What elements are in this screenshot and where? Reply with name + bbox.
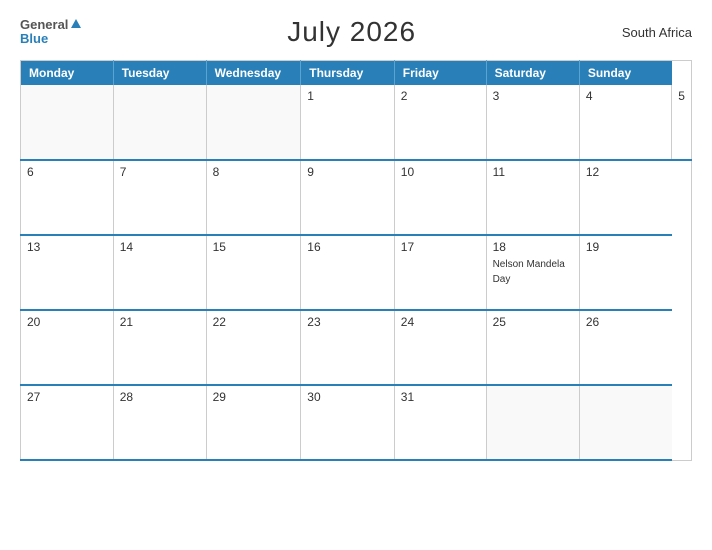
day-number: 8: [213, 165, 295, 179]
day-number: 28: [120, 390, 200, 404]
table-row: 22: [206, 310, 301, 385]
table-row: 10: [394, 160, 486, 235]
table-row: 8: [206, 160, 301, 235]
day-number: 18: [493, 240, 573, 254]
country-label: South Africa: [622, 25, 692, 40]
day-number: 12: [586, 165, 666, 179]
table-row: 26: [579, 310, 671, 385]
day-number: 17: [401, 240, 480, 254]
day-number: 14: [120, 240, 200, 254]
holiday-label: Nelson Mandela Day: [493, 259, 565, 285]
logo: General Blue: [20, 18, 81, 47]
table-row: 19: [579, 235, 671, 310]
table-row: 18 Nelson Mandela Day: [486, 235, 579, 310]
col-sunday: Sunday: [579, 61, 671, 86]
logo-triangle-icon: [71, 19, 81, 28]
table-row: 29: [206, 385, 301, 460]
table-row: 28: [113, 385, 206, 460]
col-tuesday: Tuesday: [113, 61, 206, 86]
table-row: 11: [486, 160, 579, 235]
calendar-table: Monday Tuesday Wednesday Thursday Friday…: [20, 60, 692, 461]
calendar-week-row: 13 14 15 16 17 18 Nelson Mandela Day 19: [21, 235, 692, 310]
day-number: 20: [27, 315, 107, 329]
table-row: 27: [21, 385, 114, 460]
table-row: [579, 385, 671, 460]
table-row: 16: [301, 235, 395, 310]
table-row: 25: [486, 310, 579, 385]
calendar-title: July 2026: [287, 16, 416, 48]
day-number: 9: [307, 165, 388, 179]
header: General Blue July 2026 South Africa: [20, 16, 692, 48]
day-number: 29: [213, 390, 295, 404]
table-row: [113, 85, 206, 160]
day-number: 10: [401, 165, 480, 179]
table-row: 2: [394, 85, 486, 160]
day-number: 27: [27, 390, 107, 404]
table-row: 21: [113, 310, 206, 385]
day-number: 19: [586, 240, 666, 254]
table-row: 30: [301, 385, 395, 460]
day-number: 22: [213, 315, 295, 329]
day-number: 31: [401, 390, 480, 404]
col-friday: Friday: [394, 61, 486, 86]
table-row: 31: [394, 385, 486, 460]
table-row: 24: [394, 310, 486, 385]
day-number: 26: [586, 315, 666, 329]
day-number: 25: [493, 315, 573, 329]
day-number: 21: [120, 315, 200, 329]
day-number: 4: [586, 89, 665, 103]
day-number: 16: [307, 240, 388, 254]
table-row: 15: [206, 235, 301, 310]
col-thursday: Thursday: [301, 61, 395, 86]
col-wednesday: Wednesday: [206, 61, 301, 86]
table-row: 13: [21, 235, 114, 310]
day-number: 6: [27, 165, 107, 179]
day-number: 3: [493, 89, 573, 103]
day-number: 15: [213, 240, 295, 254]
day-number: 2: [401, 89, 480, 103]
logo-blue-text: Blue: [20, 32, 48, 46]
calendar-week-row: 20 21 22 23 24 25 26: [21, 310, 692, 385]
table-row: [486, 385, 579, 460]
calendar-week-row: 12345: [21, 85, 692, 160]
table-row: 6: [21, 160, 114, 235]
table-row: [21, 85, 114, 160]
calendar-week-row: 6789 10 11 12: [21, 160, 692, 235]
table-row: 9: [301, 160, 395, 235]
table-row: 3: [486, 85, 579, 160]
table-row: 23: [301, 310, 395, 385]
calendar-week-row: 27 28 29 30 31: [21, 385, 692, 460]
col-saturday: Saturday: [486, 61, 579, 86]
day-number: 7: [120, 165, 200, 179]
day-number: 11: [493, 165, 573, 179]
table-row: 17: [394, 235, 486, 310]
page: General Blue July 2026 South Africa Mond…: [0, 0, 712, 550]
calendar-header-row: Monday Tuesday Wednesday Thursday Friday…: [21, 61, 692, 86]
table-row: 12: [579, 160, 671, 235]
table-row: 20: [21, 310, 114, 385]
table-row: 7: [113, 160, 206, 235]
table-row: 5: [672, 85, 692, 160]
table-row: 4: [579, 85, 671, 160]
table-row: [206, 85, 301, 160]
day-number: 30: [307, 390, 388, 404]
table-row: 1: [301, 85, 395, 160]
day-number: 24: [401, 315, 480, 329]
col-monday: Monday: [21, 61, 114, 86]
day-number: 1: [307, 89, 388, 103]
day-number: 13: [27, 240, 107, 254]
logo-general-text: General: [20, 18, 68, 32]
day-number: 23: [307, 315, 388, 329]
table-row: 14: [113, 235, 206, 310]
day-number: 5: [678, 89, 685, 103]
